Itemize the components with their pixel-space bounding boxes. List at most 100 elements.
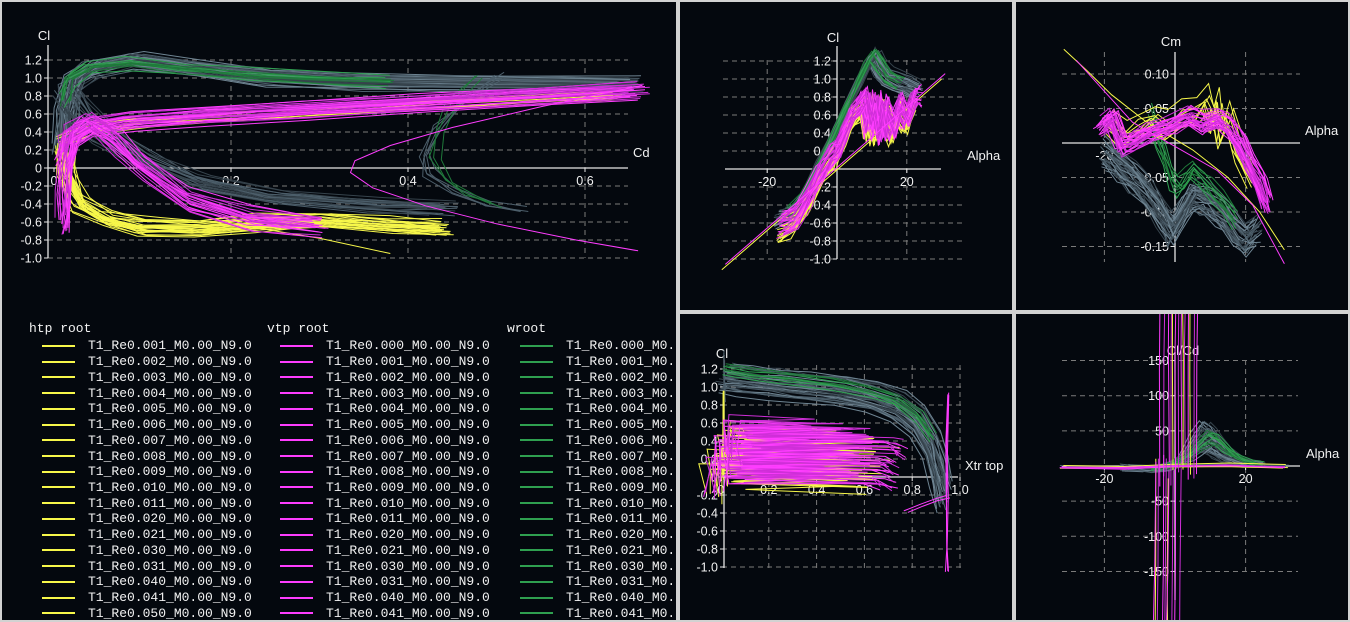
x-tick-label: 0.8 [904,483,921,497]
legend-item: T1_Re0.005_M0.00_N9.0 [507,417,678,433]
y-tick-label: 100 [1148,389,1169,403]
legend-item: T1_Re0.011_M0.00_N9.0 [507,511,678,527]
legend-polar-name: T1_Re0.030_M0.00_N9.0 [566,559,678,574]
legend-item: T1_Re0.010_M0.00_N9.0 [507,495,678,511]
y-tick-label: -1.0 [20,252,42,266]
legend-item: T1_Re0.009_M0.00_N9.0 [29,464,252,480]
legend-polar-name: T1_Re0.005_M0.00_N9.0 [326,417,490,432]
plot-cl-vs-xtr-top[interactable]: 00.20.40.60.81.01.21.00.80.60.40.20-0.2-… [680,314,1012,620]
legend-group-title: wroot [507,320,678,338]
legend-group-title: vtp root [267,320,490,338]
legend-curve-swatch [42,455,75,457]
legend-polar-name: T1_Re0.001_M0.00_N9.0 [566,354,678,369]
y-tick-label: 0.6 [701,417,718,431]
y-tick-label: -0.2 [20,180,42,194]
legend-polar-name: T1_Re0.010_M0.00_N9.0 [566,496,678,511]
plot-cm-vs-alpha[interactable]: -20200.100.05-0.05-0.10-0.15AlphaCm [1016,2,1348,310]
legend-item: T1_Re0.009_M0.00_N9.0 [267,480,490,496]
legend-item: T1_Re0.020_M0.00_N9.0 [29,511,252,527]
legend-curve-swatch [520,376,553,378]
legend-polar-name: T1_Re0.006_M0.00_N9.0 [326,433,490,448]
legend-polar-name: T1_Re0.004_M0.00_N9.0 [566,401,678,416]
legend-curve-swatch [42,345,75,347]
legend-item: T1_Re0.003_M0.00_N9.0 [267,385,490,401]
y-tick-label: 0 [35,162,42,176]
legend-curve-swatch [42,486,75,488]
y-tick-label: 1.0 [25,72,42,86]
legend-curve-swatch [42,597,75,599]
legend-item: T1_Re0.007_M0.00_N9.0 [267,448,490,464]
legend-polar-name: T1_Re0.009_M0.00_N9.0 [566,480,678,495]
legend-polar-name: T1_Re0.001_M0.00_N9.0 [88,338,252,353]
x-tick-label: 0.4 [399,174,416,188]
legend-curve-swatch [520,502,553,504]
polar-curve-magenta-up-spike [1159,314,1160,487]
legend-item: T1_Re0.008_M0.00_N9.0 [29,448,252,464]
legend-curve-swatch [42,612,75,614]
legend-item: T1_Re0.007_M0.00_N9.0 [507,448,678,464]
polar-curve-yellow-up-spike [1172,314,1173,470]
legend-item: T1_Re0.041_M0.00_N9.0 [29,590,252,606]
legend-polar-name: T1_Re0.007_M0.00_N9.0 [326,449,490,464]
legend-curve-swatch [520,597,553,599]
legend-curve-swatch [520,581,553,583]
x-tick-label: 20 [1239,472,1253,486]
legend-polar-name: T1_Re0.031_M0.00_N9.0 [326,574,490,589]
legend-polar-name: T1_Re0.031_M0.00_N9.0 [566,574,678,589]
x-tick-label: -20 [1095,472,1113,486]
y-tick-label: -0.4 [20,198,42,212]
legend-polar-name: T1_Re0.007_M0.00_N9.0 [566,449,678,464]
legend-polar-name: T1_Re0.020_M0.00_N9.0 [566,527,678,542]
plot-clcd-vs-alpha[interactable]: -202015010050-50-100-150AlphaCl/Cd [1016,314,1348,620]
legend-item: T1_Re0.030_M0.00_N9.0 [29,543,252,559]
polar-curve-magenta-up-spike [1168,314,1169,462]
legend-curve-swatch [280,518,313,520]
x-tick-label: 20 [900,175,914,189]
polar-curve-yellow-up-spike [1190,314,1191,475]
y-tick-label: 1.0 [701,381,718,395]
legend-curve-swatch [280,597,313,599]
plot-cl-vs-alpha[interactable]: -20201.21.00.80.60.40.20-0.2-0.4-0.6-0.8… [680,2,1012,310]
legend-group-title: htp root [29,320,252,338]
legend-polar-name: T1_Re0.011_M0.00_N9.0 [326,511,490,526]
legend-polar-name: T1_Re0.003_M0.00_N9.0 [88,370,252,385]
legend-curve-swatch [280,345,313,347]
polar-curve-magenta-up-spike [1178,314,1179,472]
legend-curve-swatch [280,424,313,426]
legend-polar-name: T1_Re0.041_M0.00_N9.0 [326,606,490,621]
legend-curve-swatch [280,455,313,457]
y-tick-label: -0.15 [1141,240,1170,254]
legend-item: T1_Re0.005_M0.00_N9.0 [29,401,252,417]
legend-curve-swatch [42,518,75,520]
legend-curve-swatch [280,439,313,441]
legend-polar-name: T1_Re0.031_M0.00_N9.0 [88,559,252,574]
legend-curve-swatch [42,471,75,473]
legend-polar-name: T1_Re0.006_M0.00_N9.0 [566,433,678,448]
legend-polar-name: T1_Re0.050_M0.00_N9.0 [88,606,252,621]
legend-item: T1_Re0.040_M0.00_N9.0 [29,574,252,590]
legend-curve-swatch [520,549,553,551]
legend-polar-name: T1_Re0.002_M0.00_N9.0 [88,354,252,369]
legend-curve-swatch [42,439,75,441]
x-tick-label: 1.0 [951,483,968,497]
legend-curve-swatch [520,361,553,363]
legend-polar-name: T1_Re0.003_M0.00_N9.0 [326,386,490,401]
y-tick-label: -0.8 [809,235,831,249]
y-tick-label: -0.6 [696,525,718,539]
polar-curve-magenta-down-spike [1172,470,1174,620]
legend-polar-name: T1_Re0.004_M0.00_N9.0 [88,386,252,401]
legend-item: T1_Re0.050_M0.00_N9.0 [29,605,252,621]
polar-curve-yellow-up-spike [1182,314,1183,470]
x-axis-title: Alpha [1306,446,1340,461]
y-tick-label: 1.0 [814,73,831,87]
legend-polar-name: T1_Re0.002_M0.00_N9.0 [566,370,678,385]
legend-curve-swatch [42,361,75,363]
legend-item: T1_Re0.002_M0.00_N9.0 [507,369,678,385]
legend-curve-swatch [42,392,75,394]
legend-item: T1_Re0.021_M0.00_N9.0 [29,527,252,543]
legend-polar-name: T1_Re0.010_M0.00_N9.0 [88,480,252,495]
legend-curve-swatch [520,612,553,614]
plot-cl-vs-cd[interactable]: 00.20.40.61.21.00.80.60.40.20-0.2-0.4-0.… [2,2,676,310]
legend-curve-swatch [280,502,313,504]
legend-polar-name: T1_Re0.030_M0.00_N9.0 [88,543,252,558]
